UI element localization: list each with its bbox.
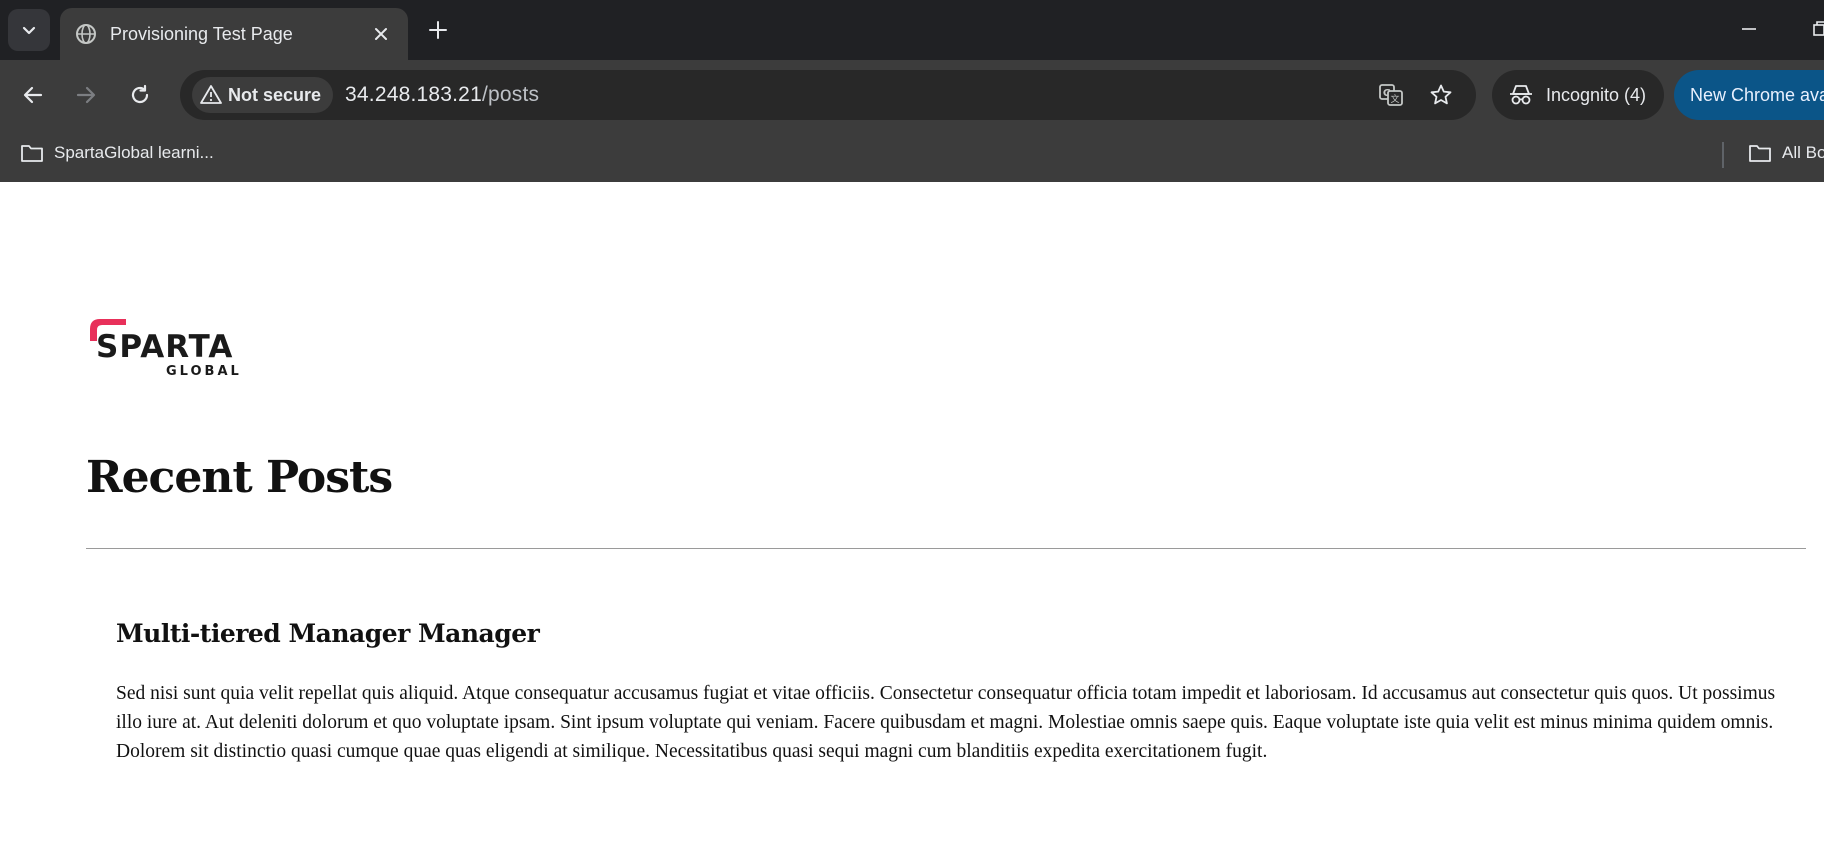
folder-icon [1748, 142, 1772, 164]
close-icon[interactable] [370, 23, 392, 45]
bookmarks-separator [1722, 142, 1724, 168]
arrow-right-icon [76, 86, 96, 104]
tab-strip: Provisioning Test Page [0, 0, 1824, 60]
bookmark-label: SpartaGlobal learni... [54, 143, 214, 162]
tab-title: Provisioning Test Page [110, 23, 293, 44]
minimize-button[interactable] [1734, 14, 1764, 44]
forward-button[interactable] [66, 75, 106, 115]
address-bar[interactable]: Not secure 34.248.183.21/posts G文 [180, 70, 1476, 120]
sparta-global-logo: SPARTA GLOBAL [90, 319, 242, 379]
tab-search-button[interactable] [8, 9, 50, 51]
reload-icon [131, 84, 149, 104]
star-icon[interactable] [1428, 82, 1454, 108]
incognito-icon [1508, 82, 1534, 108]
incognito-button[interactable]: Incognito (4) [1492, 70, 1664, 120]
security-indicator[interactable]: Not secure [192, 77, 334, 113]
url-path: /posts [481, 83, 540, 106]
security-label: Not secure [228, 84, 322, 105]
warning-icon [200, 84, 222, 106]
back-button[interactable] [13, 75, 53, 115]
restore-button[interactable] [1806, 14, 1824, 44]
minimize-icon [1742, 28, 1756, 30]
browser-chrome: Provisioning Test Page Not secure 34.248… [0, 0, 1824, 182]
folder-icon [20, 142, 44, 164]
chevron-down-icon [22, 26, 36, 35]
incognito-label: Incognito (4) [1546, 84, 1647, 105]
all-bookmarks-button[interactable]: All Bookmarks [1748, 142, 1824, 164]
url-host: 34.248.183.21 [345, 83, 482, 106]
svg-text:文: 文 [1390, 93, 1399, 105]
chrome-update-button[interactable]: New Chrome available [1674, 70, 1824, 120]
post-body: Sed nisi sunt quia velit repellat quis a… [116, 683, 1776, 762]
post-title: Multi-tiered Manager Manager [116, 619, 540, 648]
update-label: New Chrome available [1690, 84, 1824, 105]
logo-subtext: GLOBAL [166, 364, 242, 379]
all-bookmarks-label: All Bookmarks [1782, 143, 1824, 162]
globe-icon [74, 22, 98, 46]
title-divider [86, 548, 1806, 549]
new-tab-button[interactable] [422, 14, 454, 46]
translate-icon[interactable]: G文 [1378, 82, 1404, 108]
page-title: Recent Posts [86, 452, 393, 503]
browser-toolbar: Not secure 34.248.183.21/posts G文 Incogn… [0, 60, 1824, 130]
url-text[interactable]: 34.248.183.21/posts [345, 83, 539, 107]
reload-button[interactable] [120, 75, 160, 115]
tab-active[interactable]: Provisioning Test Page [60, 8, 408, 60]
bookmarks-bar: SpartaGlobal learni... All Bookmarks [0, 130, 1824, 182]
bookmark-folder-spartaglobal[interactable]: SpartaGlobal learni... [20, 142, 214, 164]
arrow-left-icon [23, 86, 43, 104]
page-content: SPARTA GLOBAL Recent Posts Multi-tiered … [0, 182, 1824, 845]
logo-text: SPARTA [96, 329, 233, 365]
plus-icon [429, 21, 447, 39]
restore-icon [1813, 21, 1824, 36]
